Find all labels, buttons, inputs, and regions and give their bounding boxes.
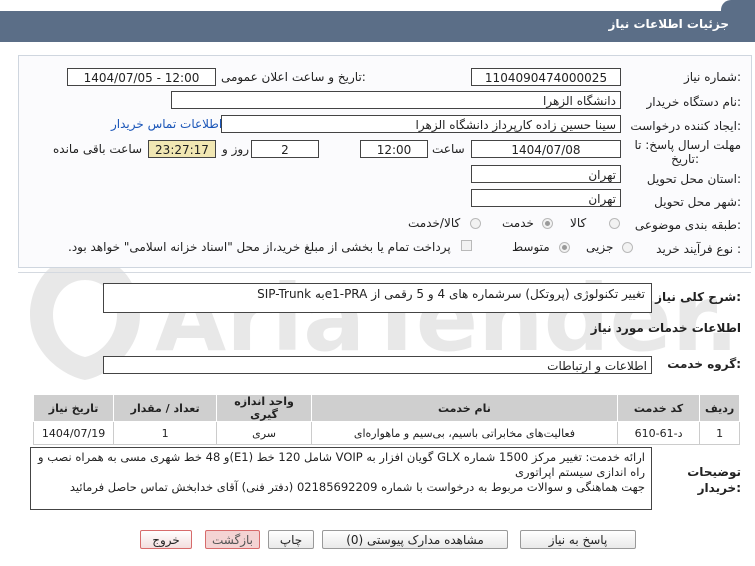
info-panel — [18, 55, 752, 268]
category-radio-goods-service[interactable] — [470, 218, 481, 229]
purchase-option-minor: جزیی — [586, 240, 614, 254]
announce-datetime-label: تاریخ و ساعت اعلان عمومی: — [221, 70, 366, 84]
services-section-title: اطلاعات خدمات مورد نیاز — [590, 321, 741, 335]
purchase-radio-medium[interactable] — [559, 242, 570, 253]
cell-quantity: 1 — [113, 421, 218, 445]
purchase-radio-minor[interactable] — [622, 242, 633, 253]
cell-service-name: فعالیت‌های مخابراتی باسیم، بی‌سیم و ماهو… — [310, 421, 618, 445]
cell-unit: سری — [216, 421, 312, 445]
column-service-code: کد خدمت — [616, 394, 701, 422]
back-button[interactable]: بازگشت — [205, 530, 260, 549]
buyer-notes-label-2: خریدار: — [697, 481, 741, 495]
requester-field: سینا حسین زاده کارپرداز دانشگاه الزهرا — [221, 115, 621, 133]
cell-row-number: 1 — [699, 421, 740, 445]
print-button[interactable]: چاپ — [268, 530, 314, 549]
city-field: تهران — [471, 189, 621, 207]
remaining-time-label: ساعت باقی مانده — [53, 142, 143, 156]
general-description-field: تغییر تکنولوژی (پروتکل) سرشماره های 4 و … — [103, 283, 652, 313]
deadline-date-field: 1404/07/08 — [471, 140, 621, 158]
service-group-field: اطلاعات و ارتباطات — [103, 356, 652, 374]
divider — [18, 272, 751, 273]
category-radio-goods[interactable] — [609, 218, 620, 229]
city-label: شهر محل تحویل: — [654, 195, 741, 209]
requester-label: ایجاد کننده درخواست: — [630, 119, 741, 133]
page-header: جزئیات اطلاعات نیاز — [0, 0, 755, 42]
category-radio-service[interactable] — [542, 218, 553, 229]
table-row: 1404/07/19 1 سری فعالیت‌های مخابراتی باس… — [32, 421, 740, 445]
deadline-time-field: 12:00 — [360, 140, 428, 158]
page-title: جزئیات اطلاعات نیاز — [608, 17, 729, 31]
services-table: تاریخ نیاز تعداد / مقدار واحد اندازه گیر… — [32, 394, 740, 445]
deadline-days-label: روز و — [222, 142, 249, 156]
reply-button[interactable]: پاسخ به نیاز — [520, 530, 636, 549]
need-number-field: 1104090474000025 — [471, 68, 621, 86]
exit-button[interactable]: خروج — [140, 530, 192, 549]
province-field: تهران — [471, 165, 621, 183]
column-row-number: ردیف — [699, 394, 740, 422]
announce-datetime-field: 1404/07/05 - 12:00 — [67, 68, 216, 86]
buyer-notes-line: جهت هماهنگی و سوالات مربوط به درخواست با… — [69, 480, 645, 494]
buyer-contact-link[interactable]: اطلاعات تماس خریدار — [111, 117, 222, 131]
deadline-label-date: تاریخ: — [671, 152, 699, 166]
category-label: طبقه بندی موضوعی: — [634, 218, 741, 232]
column-service-name: نام خدمت — [310, 394, 618, 422]
general-description-label: شرح کلی نیاز: — [655, 290, 741, 304]
column-need-date: تاریخ نیاز — [32, 394, 115, 422]
cell-need-date: 1404/07/19 — [32, 421, 115, 445]
buyer-org-label: نام دستگاه خریدار: — [646, 95, 742, 109]
category-option-service: خدمت — [502, 216, 534, 230]
remaining-time-field: 23:27:17 — [148, 140, 216, 158]
column-unit: واحد اندازه گیری — [216, 394, 312, 422]
deadline-time-label: ساعت — [432, 142, 465, 156]
category-option-goods-service: کالا/خدمت — [408, 216, 461, 230]
treasury-bond-note: پرداخت تمام یا بخشی از مبلغ خرید،از محل … — [68, 240, 451, 254]
table-header-row: تاریخ نیاز تعداد / مقدار واحد اندازه گیر… — [32, 394, 740, 422]
buyer-notes-label: توضیحات — [687, 465, 741, 479]
cell-service-code: د-61-610 — [616, 421, 701, 445]
purchase-option-medium: متوسط — [512, 240, 550, 254]
purchase-type-label: نوع فرآیند خرید : — [656, 242, 741, 256]
buyer-notes-field: ارائه خدمت: تغییر مرکز 1500 شماره GLX گو… — [30, 447, 652, 510]
deadline-label: مهلت ارسال پاسخ: تا — [634, 138, 741, 152]
treasury-bond-checkbox[interactable] — [461, 240, 472, 251]
column-quantity: تعداد / مقدار — [113, 394, 218, 422]
province-label: استان محل تحویل: — [646, 172, 741, 186]
view-attachments-button[interactable]: مشاهده مدارک پیوستی (0) — [322, 530, 508, 549]
buyer-notes-line: ارائه خدمت: تغییر مرکز 1500 شماره GLX گو… — [38, 450, 645, 464]
service-group-label: گروه خدمت: — [667, 357, 741, 371]
deadline-days-field: 2 — [251, 140, 319, 158]
buyer-notes-line: راه اندازی سیستم اپراتوری — [514, 465, 645, 479]
buyer-org-field: دانشگاه الزهرا — [171, 91, 621, 109]
need-number-label: شماره نیاز: — [683, 70, 741, 84]
category-option-goods: کالا — [570, 216, 587, 230]
